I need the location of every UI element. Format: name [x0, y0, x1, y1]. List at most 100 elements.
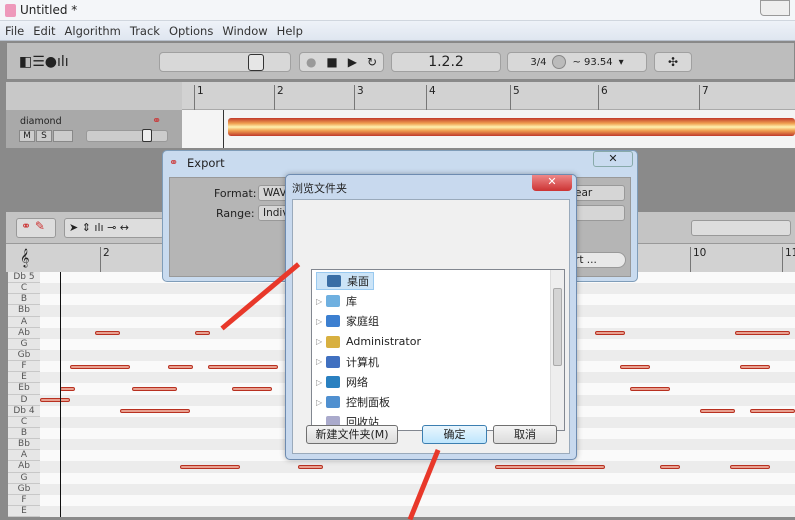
zoom-controls[interactable]	[691, 220, 791, 236]
folder-item[interactable]: ▷ 网络	[316, 373, 368, 391]
minimize-button[interactable]	[760, 0, 790, 16]
pitch-blob[interactable]	[168, 364, 193, 369]
record-arm-button[interactable]	[53, 130, 73, 142]
pitch-blob[interactable]	[208, 364, 278, 369]
pitch-label: B	[8, 428, 40, 440]
pitch-blob[interactable]	[620, 364, 650, 369]
pitch-blob[interactable]	[95, 331, 120, 336]
solo-button[interactable]: S	[36, 130, 52, 142]
right-select[interactable]: ear	[570, 185, 625, 201]
folder-item[interactable]: ▷ 控制面板	[316, 393, 390, 411]
folder-icon	[326, 396, 340, 409]
menu-track[interactable]: Track	[125, 21, 164, 38]
pitch-label: Db 5	[8, 272, 40, 284]
bar-3: 3	[354, 85, 364, 110]
folder-icon	[327, 275, 341, 287]
folder-label: 网络	[346, 376, 368, 389]
audio-waveform[interactable]	[228, 118, 795, 136]
folder-tree[interactable]: 桌面 ▷ 库 ▷ 家庭组 ▷ Administrator ▷ 计算机 ▷ 网络 ▷ 控制面板 回收站	[311, 269, 565, 431]
tempo-dropdown[interactable]: ▾	[619, 57, 624, 68]
export-title: Export	[187, 156, 225, 170]
edit-tools[interactable]: ➤ ⇕ ılı ⊸ ↔	[64, 218, 164, 238]
pitch-blob[interactable]	[730, 465, 770, 470]
clef-icon[interactable]: 𝄞	[20, 248, 29, 268]
play-button[interactable]: ▶	[348, 55, 357, 69]
blob-tools[interactable]: ⚭ ✎	[16, 218, 56, 238]
track-link-icon[interactable]: ⚭	[152, 114, 161, 127]
pitch-blob[interactable]	[132, 387, 177, 391]
slider-handle[interactable]	[248, 54, 264, 71]
view-mode-icons[interactable]: ◧☰●ılı	[19, 54, 69, 70]
playhead[interactable]	[60, 272, 61, 517]
snap-button[interactable]: ✣	[654, 52, 692, 72]
pitch-blob[interactable]	[232, 387, 272, 391]
browse-title: 浏览文件夹	[292, 182, 347, 195]
bar-11: 11	[782, 247, 795, 272]
pitch-blob[interactable]	[700, 409, 735, 414]
folder-item[interactable]: ▷ 计算机	[316, 353, 379, 371]
folder-label: 计算机	[346, 355, 379, 369]
arrangement-ruler[interactable]: 1 2 3 4 5 6 7	[182, 82, 795, 110]
loop-button[interactable]: ↻	[367, 55, 377, 69]
pitch-label: Eb	[8, 383, 40, 395]
pitch-blob[interactable]	[60, 387, 75, 391]
ok-button[interactable]: 确定	[422, 425, 487, 444]
metronome-icon[interactable]	[552, 55, 567, 69]
right-select-2[interactable]	[570, 205, 625, 221]
pitch-label: Ab	[8, 328, 40, 339]
range-label: Range:	[216, 207, 255, 220]
track-header[interactable]: diamond ⚭ M S	[6, 110, 182, 148]
expand-icon[interactable]: ▷	[316, 357, 326, 366]
pitch-blob[interactable]	[595, 331, 625, 336]
menu-window[interactable]: Window	[217, 21, 271, 38]
pitch-label: C	[8, 283, 40, 295]
close-button[interactable]: ✕	[532, 175, 572, 191]
main-toolbar: ◧☰●ılı ● ■ ▶ ↻ 1.2.2 3/4 ~ 93.54 ▾ ✣	[6, 42, 795, 80]
pitch-label: F	[8, 361, 40, 373]
volume-slider[interactable]	[159, 52, 291, 72]
pitch-blob[interactable]	[180, 465, 240, 470]
expand-icon[interactable]: ▷	[316, 398, 326, 407]
folder-item[interactable]: ▷ Administrator	[316, 333, 421, 351]
menu-file[interactable]: File	[0, 21, 28, 38]
expand-icon[interactable]: ▷	[316, 378, 326, 387]
pitch-blob[interactable]	[750, 409, 795, 414]
pitch-blob[interactable]	[120, 409, 190, 414]
pitch-blob[interactable]	[70, 364, 130, 369]
folder-icon	[326, 376, 340, 388]
pitch-label: D	[8, 395, 40, 406]
new-folder-button[interactable]: 新建文件夹(M)	[306, 425, 398, 444]
pitch-blob[interactable]	[495, 465, 605, 470]
folder-item[interactable]: ▷ 库	[316, 292, 357, 310]
playhead[interactable]	[223, 110, 224, 148]
expand-icon[interactable]: ▷	[316, 317, 326, 326]
cancel-button[interactable]: 取消	[493, 425, 557, 444]
record-button[interactable]: ●	[306, 55, 316, 69]
menu-help[interactable]: Help	[272, 21, 307, 38]
expand-icon[interactable]: ▷	[316, 337, 326, 346]
pitch-blob[interactable]	[40, 398, 70, 403]
export-button[interactable]: rt ...	[570, 252, 626, 268]
time-signature[interactable]: 3/4	[530, 57, 546, 68]
folder-item[interactable]: ▷ 家庭组	[316, 312, 379, 330]
tempo-display[interactable]: ~ 93.54	[572, 57, 612, 68]
pitch-blob[interactable]	[298, 465, 323, 470]
pitch-blob[interactable]	[660, 465, 680, 470]
pitch-blob[interactable]	[630, 387, 670, 391]
track-volume-slider[interactable]	[86, 129, 168, 142]
pitch-blob[interactable]	[195, 331, 210, 336]
menu-options[interactable]: Options	[164, 21, 217, 38]
pitch-row	[40, 473, 795, 484]
pitch-blob[interactable]	[740, 364, 770, 369]
folder-item[interactable]: 桌面	[316, 272, 374, 290]
menu-edit[interactable]: Edit	[28, 21, 59, 38]
mute-button[interactable]: M	[19, 130, 35, 142]
expand-icon[interactable]: ▷	[316, 297, 326, 306]
close-button[interactable]: ✕	[593, 151, 633, 167]
pitch-blob[interactable]	[735, 331, 790, 336]
export-icon: ⚭	[169, 156, 179, 169]
stop-button[interactable]: ■	[326, 55, 337, 69]
tree-scrollbar[interactable]	[550, 270, 564, 430]
pitch-label: E	[8, 372, 40, 384]
menu-algorithm[interactable]: Algorithm	[60, 21, 125, 38]
